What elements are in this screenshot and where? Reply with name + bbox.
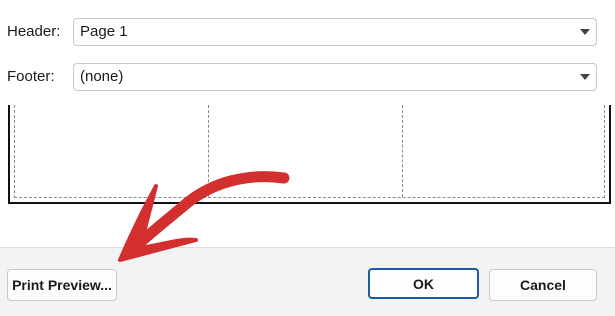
print-preview-button[interactable]: Print Preview... bbox=[7, 269, 117, 301]
footer-select[interactable]: (none) bbox=[73, 63, 597, 91]
chevron-down-icon bbox=[580, 74, 590, 80]
section-divider-right bbox=[402, 105, 403, 197]
section-divider-left bbox=[208, 105, 209, 197]
cancel-button[interactable]: Cancel bbox=[489, 269, 597, 301]
footer-sections bbox=[14, 105, 605, 198]
header-select-value: Page 1 bbox=[80, 23, 128, 40]
footer-label: Footer: bbox=[7, 68, 55, 85]
page-preview bbox=[8, 105, 611, 204]
header-select[interactable]: Page 1 bbox=[73, 18, 597, 46]
footer-select-value: (none) bbox=[80, 68, 124, 85]
header-label: Header: bbox=[7, 23, 61, 40]
chevron-down-icon bbox=[580, 29, 590, 35]
ok-button[interactable]: OK bbox=[368, 268, 479, 299]
